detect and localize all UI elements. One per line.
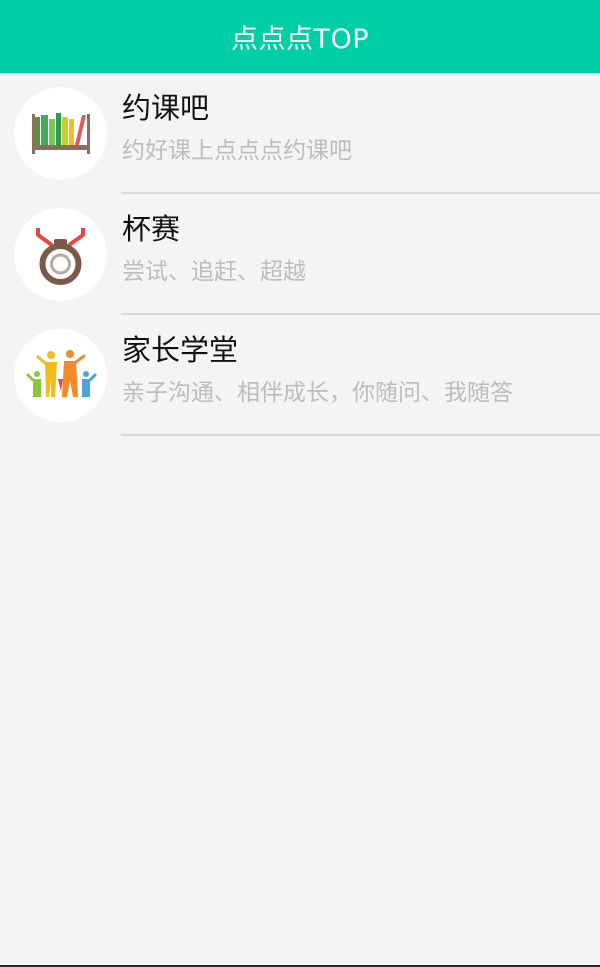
feature-list: 约课吧 约好课上点点点约课吧 杯赛 尝试、追赶、超越 家长学堂 亲子沟通、相伴成… xyxy=(0,73,600,436)
app-bar: 点点点TOP xyxy=(0,0,600,73)
list-item-subtitle: 尝试、追赶、超越 xyxy=(122,259,306,285)
list-item-title: 约课吧 xyxy=(122,91,210,125)
bookshelf-icon xyxy=(14,87,107,180)
list-item-booking[interactable]: 约课吧 约好课上点点点约课吧 xyxy=(0,73,600,194)
list-item-title: 家长学堂 xyxy=(122,333,239,367)
medal-icon xyxy=(14,208,107,301)
list-item-subtitle: 亲子沟通、相伴成长，你随问、我随答 xyxy=(122,380,513,406)
list-item-title: 杯赛 xyxy=(122,212,181,246)
app-title: 点点点TOP xyxy=(230,24,370,55)
divider xyxy=(121,434,600,436)
list-item-competition[interactable]: 杯赛 尝试、追赶、超越 xyxy=(0,194,600,315)
list-item-subtitle: 约好课上点点点约课吧 xyxy=(122,138,352,164)
list-item-parent-school[interactable]: 家长学堂 亲子沟通、相伴成长，你随问、我随答 xyxy=(0,315,600,436)
family-icon xyxy=(14,329,107,422)
